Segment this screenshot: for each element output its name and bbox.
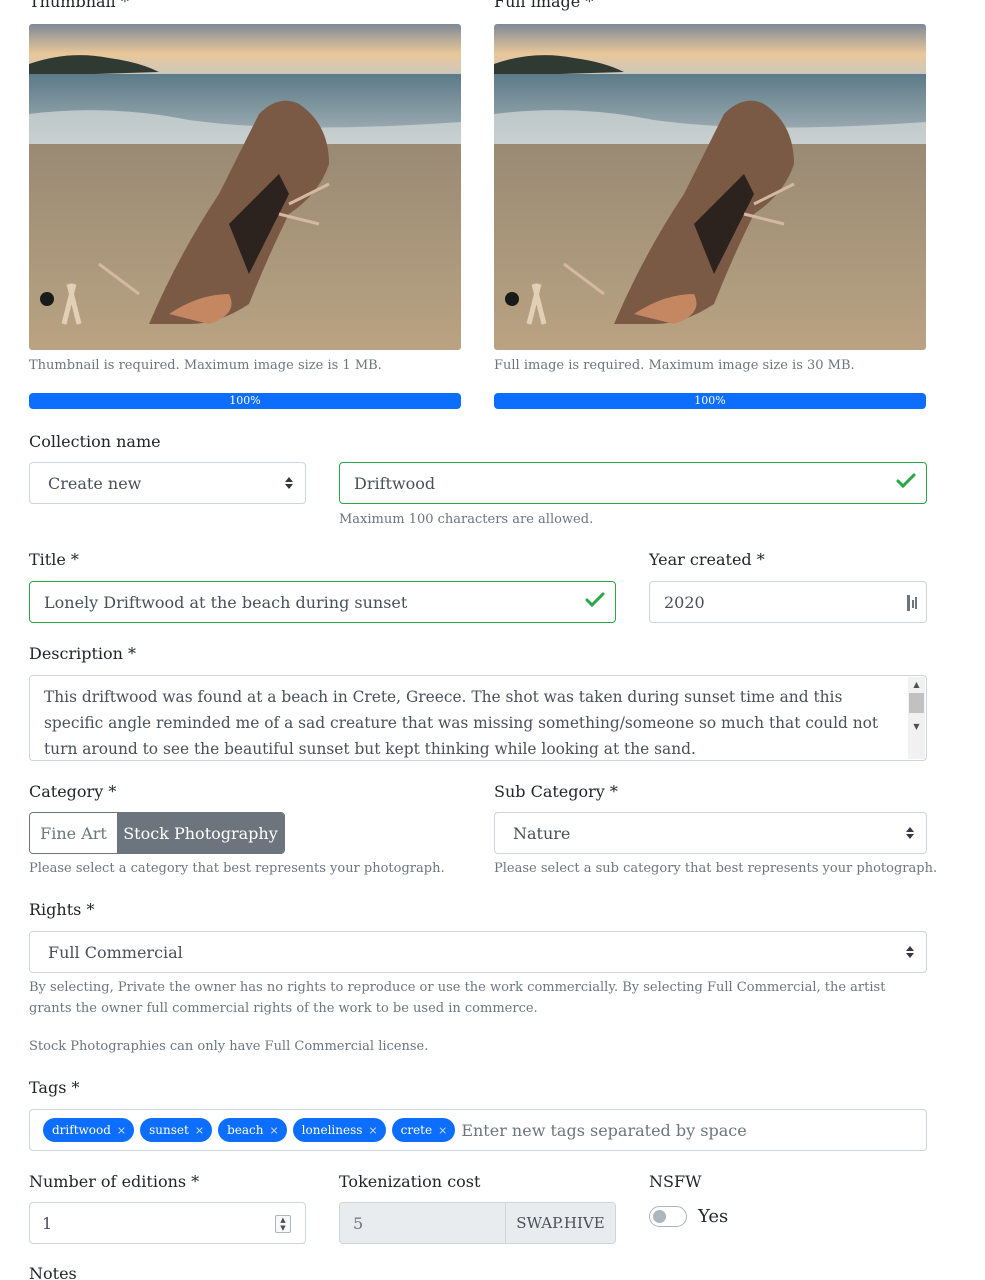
category-fine-art-button[interactable]: Fine Art (30, 813, 117, 853)
year-input[interactable]: 2020 (649, 581, 927, 623)
toggle-knob (653, 1210, 666, 1223)
tag-chip[interactable]: crete × (391, 1118, 456, 1142)
sub-category-help: Please select a sub category that best r… (494, 861, 938, 876)
remove-tag-icon[interactable]: × (269, 1124, 278, 1137)
rights-note: Stock Photographies can only have Full C… (29, 1039, 429, 1054)
toggle-switch[interactable] (649, 1206, 687, 1227)
tag-label: sunset (149, 1123, 189, 1137)
valid-check-icon (896, 473, 916, 493)
rights-value: Full Commercial (48, 942, 183, 962)
tag-label: driftwood (52, 1123, 111, 1137)
collection-help: Maximum 100 characters are allowed. (339, 512, 594, 527)
nsfw-toggle[interactable]: Yes (649, 1206, 728, 1227)
tokenization-label: Tokenization cost (339, 1172, 481, 1191)
category-help: Please select a category that best repre… (29, 861, 445, 876)
valid-check-icon (585, 592, 605, 612)
full-image-photo (494, 24, 926, 350)
tokenization-value: 5 (340, 1203, 505, 1243)
category-button-group: Fine Art Stock Photography (29, 812, 285, 854)
scroll-down-icon[interactable]: ▼ (908, 722, 925, 731)
select-caret-icon (285, 477, 293, 489)
full-image[interactable] (494, 24, 926, 350)
select-caret-icon (906, 946, 914, 958)
thumbnail-label: Thumbnail * (29, 0, 129, 11)
remove-tag-icon[interactable]: × (368, 1124, 377, 1137)
full-image-progress-bar: 100% (494, 393, 926, 409)
collection-select-value: Create new (48, 473, 142, 493)
tokenization-input-group: 5 SWAP.HIVE (339, 1202, 616, 1244)
thumbnail-image[interactable] (29, 24, 461, 350)
tokenization-unit: SWAP.HIVE (505, 1203, 615, 1243)
tag-label: crete (400, 1123, 433, 1137)
title-input[interactable]: Lonely Driftwood at the beach during sun… (29, 581, 616, 623)
tags-input[interactable]: driftwood × sunset × beach × loneliness × cr… (29, 1109, 927, 1151)
thumbnail-progress-bar: 100% (29, 393, 461, 409)
editions-input[interactable]: 1 ▲ ▼ (29, 1202, 306, 1244)
editions-label: Number of editions * (29, 1172, 200, 1191)
notes-label: Notes (29, 1264, 77, 1280)
nsfw-label: NSFW (649, 1172, 702, 1191)
rights-help: By selecting, Private the owner has no r… (29, 980, 886, 1016)
remove-tag-icon[interactable]: × (117, 1124, 126, 1137)
full-image-progress: 100% (494, 393, 926, 409)
description-scrollbar[interactable]: ▲ ▼ (908, 677, 925, 759)
remove-tag-icon[interactable]: × (438, 1124, 447, 1137)
select-caret-icon (906, 827, 914, 839)
tag-chip[interactable]: sunset × (140, 1118, 213, 1142)
title-label: Title * (29, 550, 79, 569)
tag-chip[interactable]: driftwood × (43, 1118, 135, 1142)
remove-tag-icon[interactable]: × (195, 1124, 204, 1137)
collection-label: Collection name (29, 432, 161, 451)
editions-value: 1 (42, 1213, 53, 1233)
category-stock-photography-button[interactable]: Stock Photography (117, 813, 284, 853)
tag-label: beach (227, 1123, 264, 1137)
description-textarea[interactable]: This driftwood was found at a beach in C… (29, 675, 927, 761)
tag-chip[interactable]: loneliness × (292, 1118, 386, 1142)
nsfw-toggle-label: Yes (698, 1206, 729, 1227)
number-spinner-icon[interactable]: ▲ ▼ (275, 1215, 291, 1233)
tag-label: loneliness (301, 1123, 363, 1137)
thumbnail-photo (29, 24, 461, 350)
collection-name-input[interactable]: Driftwood (339, 462, 927, 504)
rights-label: Rights * (29, 900, 95, 919)
sub-category-value: Nature (513, 823, 571, 843)
full-image-help: Full image is required. Maximum image si… (494, 358, 855, 373)
scroll-up-icon[interactable]: ▲ (908, 680, 925, 689)
collection-select[interactable]: Create new (29, 462, 306, 504)
year-value: 2020 (664, 592, 705, 612)
description-label: Description * (29, 644, 137, 663)
collection-name-value: Driftwood (354, 473, 436, 493)
title-value: Lonely Driftwood at the beach during sun… (44, 592, 408, 612)
thumbnail-progress: 100% (29, 393, 461, 409)
rights-select[interactable]: Full Commercial (29, 931, 927, 973)
tag-chip[interactable]: beach × (218, 1118, 287, 1142)
calendar-icon[interactable] (906, 594, 918, 616)
description-value: This driftwood was found at a beach in C… (44, 688, 879, 758)
tags-label: Tags * (29, 1078, 80, 1097)
scroll-thumb[interactable] (909, 693, 924, 713)
sub-category-label: Sub Category * (494, 782, 618, 801)
full-image-label: Full image * (494, 0, 594, 11)
category-label: Category * (29, 782, 117, 801)
year-label: Year created * (649, 550, 765, 569)
tags-placeholder: Enter new tags separated by space (461, 1120, 747, 1140)
sub-category-select[interactable]: Nature (494, 812, 927, 854)
thumbnail-help: Thumbnail is required. Maximum image siz… (29, 358, 382, 373)
